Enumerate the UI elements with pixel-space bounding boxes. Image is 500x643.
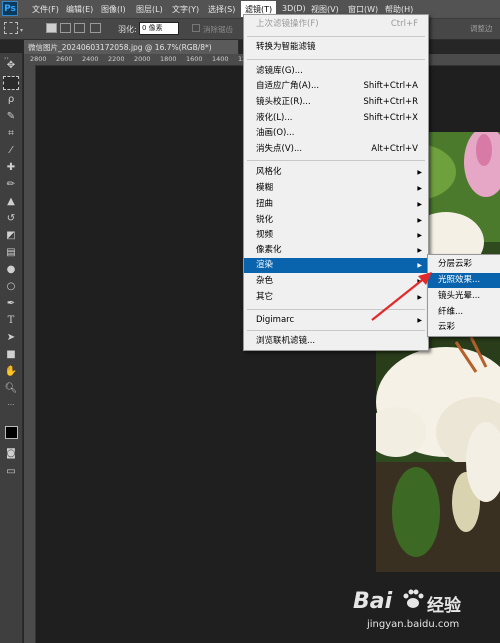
watermark-url: jingyan.baidu.com (367, 619, 460, 630)
watermark-brand: Bai (353, 589, 393, 614)
annotation-arrow (371, 272, 432, 321)
annotation-arrow-shaft (371, 276, 427, 321)
baidu-jingyan-watermark: Bai 经验 jingyan.baidu.com (353, 585, 493, 640)
watermark-brand-suffix: 经验 (427, 596, 461, 616)
paw-logo-icon (402, 588, 424, 610)
